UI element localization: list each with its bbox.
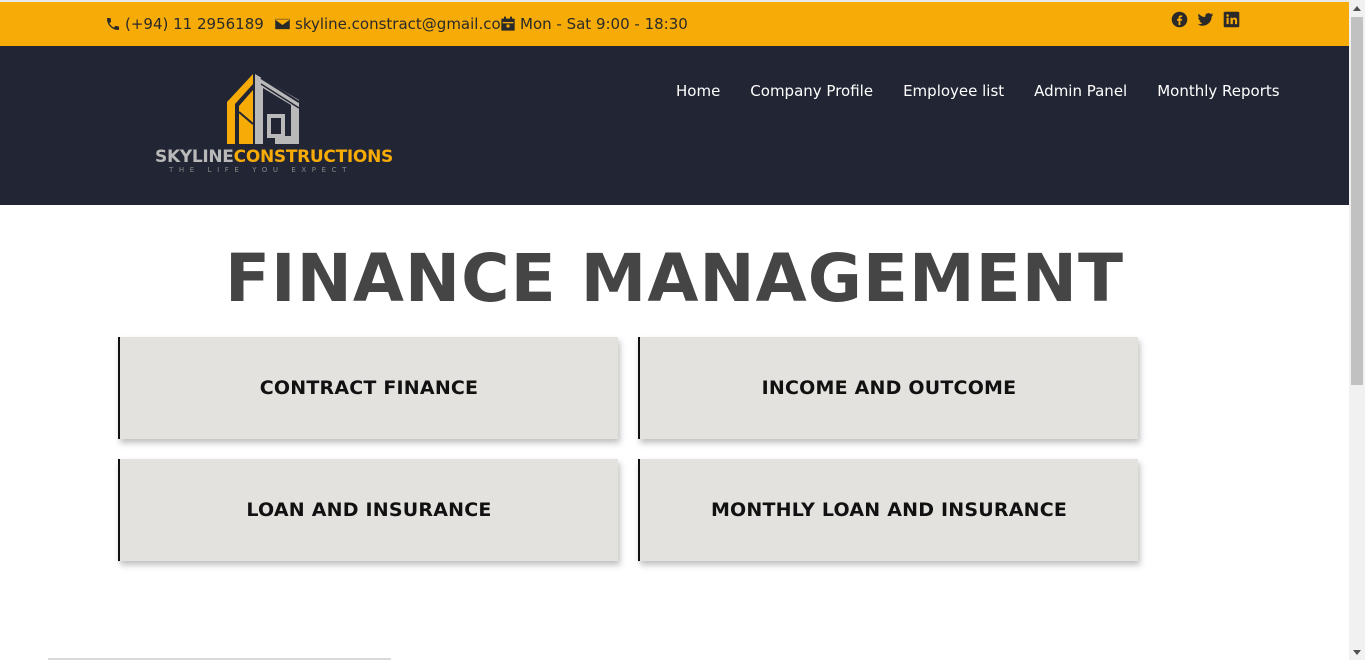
calendar-icon <box>501 16 515 31</box>
business-hours: Mon - Sat 9:00 - 18:30 <box>520 15 688 33</box>
loan-insurance-card[interactable]: LOAN AND INSURANCE <box>118 459 618 561</box>
phone-icon <box>107 18 119 30</box>
email-info: skyline.constract@gmail.com <box>274 2 515 46</box>
email-address: skyline.constract@gmail.com <box>295 15 516 33</box>
logo-name-part2: CONSTRUCTIONS <box>233 147 394 167</box>
card-label: LOAN AND INSURANCE <box>246 499 492 521</box>
nav-employee-list[interactable]: Employee list <box>903 82 1004 100</box>
logo-name-part1: SKYLINE <box>155 147 234 167</box>
envelope-icon <box>274 17 291 31</box>
nav-monthly-reports[interactable]: Monthly Reports <box>1157 82 1279 100</box>
income-outcome-card[interactable]: INCOME AND OUTCOME <box>638 337 1138 439</box>
phone-info: (+94) 11 2956189 <box>105 2 264 46</box>
main-nav: Home Company Profile Employee list Admin… <box>676 82 1310 100</box>
card-label: CONTRACT FINANCE <box>259 377 479 399</box>
contract-finance-card[interactable]: CONTRACT FINANCE <box>118 337 618 439</box>
building-logo-icon <box>227 74 300 144</box>
logo-text: SKYLINECONSTRUCTIONS <box>155 147 393 167</box>
site-header: SKYLINECONSTRUCTIONS THE LIFE YOU EXPECT… <box>0 46 1349 205</box>
browser-viewport: (+94) 11 2956189 skyline.constract@gmail… <box>0 0 1365 660</box>
phone-number: (+94) 11 2956189 <box>125 15 264 33</box>
top-info-bar: (+94) 11 2956189 skyline.constract@gmail… <box>0 0 1349 46</box>
monthly-loan-insurance-card[interactable]: MONTHLY LOAN AND INSURANCE <box>638 459 1138 561</box>
page: (+94) 11 2956189 skyline.constract@gmail… <box>0 0 1349 660</box>
nav-home[interactable]: Home <box>676 82 720 100</box>
nav-company-profile[interactable]: Company Profile <box>750 82 873 100</box>
scrollbar-thumb[interactable] <box>1351 17 1363 385</box>
scroll-down-arrow-icon[interactable] <box>1349 644 1365 660</box>
facebook-icon[interactable] <box>1171 11 1188 28</box>
vertical-scrollbar[interactable] <box>1349 0 1365 660</box>
hours-info: Mon - Sat 9:00 - 18:30 <box>500 2 688 46</box>
card-label: MONTHLY LOAN AND INSURANCE <box>710 499 1068 521</box>
card-label: INCOME AND OUTCOME <box>761 377 1017 399</box>
scroll-up-arrow-icon[interactable] <box>1349 0 1365 16</box>
logo-tagline: THE LIFE YOU EXPECT <box>169 166 353 174</box>
twitter-icon[interactable] <box>1197 11 1214 28</box>
linkedin-icon[interactable] <box>1223 11 1240 28</box>
social-links <box>1171 11 1240 28</box>
nav-admin-panel[interactable]: Admin Panel <box>1034 82 1127 100</box>
page-title: FINANCE MANAGEMENT <box>224 240 1125 317</box>
logo[interactable]: SKYLINECONSTRUCTIONS THE LIFE YOU EXPECT <box>155 72 393 177</box>
